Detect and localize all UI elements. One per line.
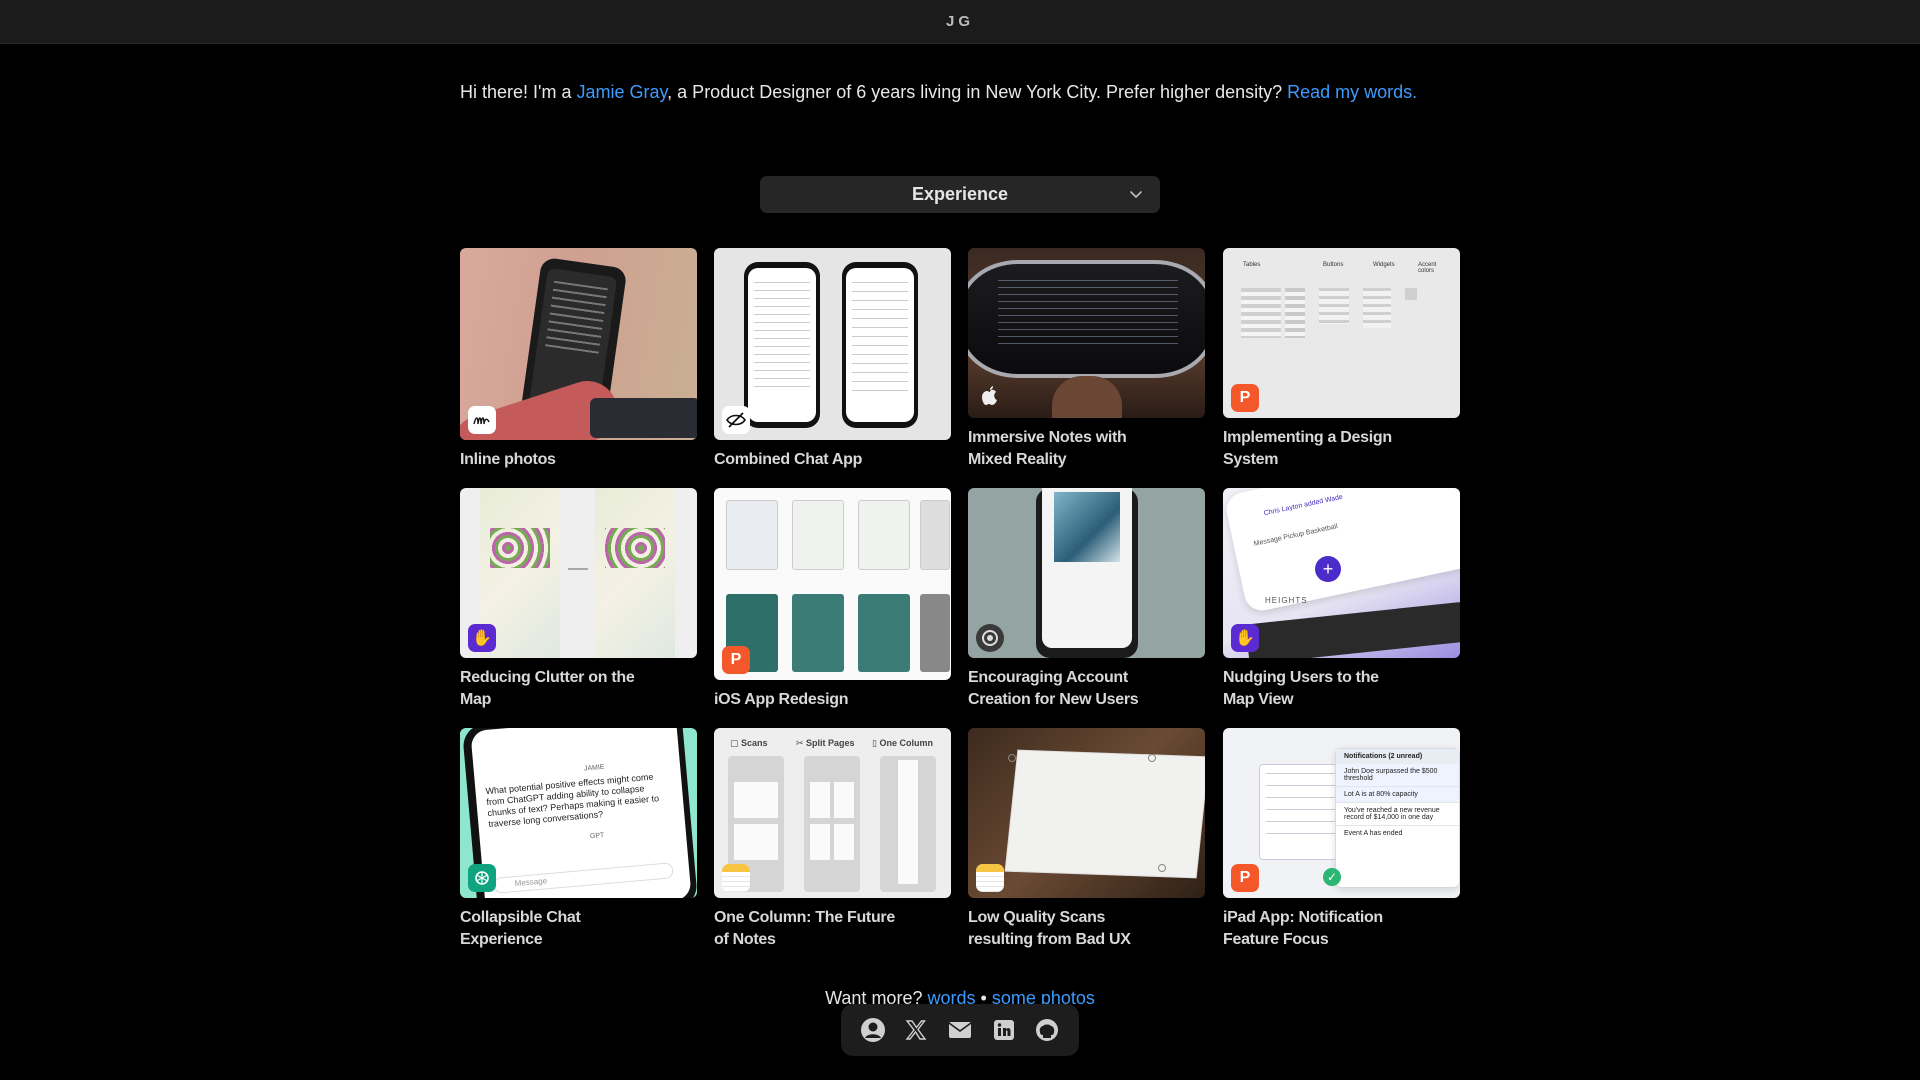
notes-app-icon xyxy=(976,864,1004,892)
intro-paragraph: Hi there! I'm a Jamie Gray, a Product De… xyxy=(460,76,1420,109)
camera-app-icon xyxy=(976,624,1004,652)
project-title: One Column: The Future of Notes xyxy=(714,909,895,948)
mail-icon[interactable] xyxy=(946,1016,974,1044)
project-card-nudging-users[interactable]: + Chris Layton added Wade Message Pickup… xyxy=(1223,488,1460,708)
project-title: Reducing Clutter on the Map xyxy=(460,669,635,708)
thumbnail xyxy=(968,488,1205,658)
github-icon[interactable] xyxy=(1033,1016,1061,1044)
project-card-inline-photos[interactable]: Inline photos xyxy=(460,248,697,468)
x-icon[interactable] xyxy=(902,1016,930,1044)
avatar-icon[interactable] xyxy=(859,1016,887,1044)
chevron-down-icon xyxy=(1130,191,1142,198)
thumbnail xyxy=(714,248,951,440)
thumbnail: P xyxy=(714,488,951,680)
hidden-eye-app-icon xyxy=(722,406,750,434)
name-link[interactable]: Jamie Gray xyxy=(576,82,667,102)
thumbnail: JAMIE What potential positive effects mi… xyxy=(460,728,697,898)
project-title: iOS App Redesign xyxy=(714,691,849,708)
p-app-icon: P xyxy=(1231,384,1259,412)
project-card-design-system[interactable]: Tables Buttons Widgets Accent colors P I… xyxy=(1223,248,1460,468)
thumbnail xyxy=(460,248,697,440)
wave-hand-app-icon: ✋ xyxy=(468,624,496,652)
dropdown-selected-value: Experience xyxy=(911,184,1009,204)
section-dropdown[interactable]: Experience xyxy=(760,176,1160,213)
project-title: Encouraging Account Creation for New User… xyxy=(968,669,1139,708)
intro-text-2: , a Product Designer of 6 years living i… xyxy=(667,82,1288,102)
project-card-ipad-notification[interactable]: Notifications (2 unread) John Doe surpas… xyxy=(1223,728,1460,948)
project-title: Implementing a Design System xyxy=(1223,429,1392,468)
project-title: Nudging Users to the Map View xyxy=(1223,669,1379,708)
project-card-low-quality-scans[interactable]: Low Quality Scans resulting from Bad UX xyxy=(968,728,1205,948)
thumbnail: + Chris Layton added Wade Message Pickup… xyxy=(1223,488,1460,658)
top-bar: JG xyxy=(0,0,1920,44)
thumbnail: Tables Buttons Widgets Accent colors P xyxy=(1223,248,1460,418)
thumbnail xyxy=(968,248,1205,418)
project-title: Inline photos xyxy=(460,451,556,468)
p-app-icon: P xyxy=(722,646,750,674)
project-title: iPad App: Notification Feature Focus xyxy=(1223,909,1383,948)
project-title: Combined Chat App xyxy=(714,451,863,468)
project-card-combined-chat-app[interactable]: Combined Chat App xyxy=(714,248,951,468)
thumbnail: Notifications (2 unread) John Doe surpas… xyxy=(1223,728,1460,898)
read-my-words-link[interactable]: Read my words. xyxy=(1287,82,1417,102)
project-card-reducing-clutter[interactable]: ✋ Reducing Clutter on the Map xyxy=(460,488,697,708)
chatgpt-app-icon xyxy=(468,864,496,892)
linkedin-icon[interactable] xyxy=(990,1016,1018,1044)
project-card-immersive-notes[interactable]: Immersive Notes with Mixed Reality xyxy=(968,248,1205,468)
thumbnail: ✋ xyxy=(460,488,697,658)
thumbnail: ▢ Scans ✂ Split Pages ▯ One Column xyxy=(714,728,951,898)
project-card-collapsible-chat[interactable]: JAMIE What potential positive effects mi… xyxy=(460,728,697,948)
intro-text-1: Hi there! I'm a xyxy=(460,82,577,102)
p-app-icon: P xyxy=(1231,864,1259,892)
handwriting-app-icon xyxy=(468,406,496,434)
social-links-bar xyxy=(841,1004,1079,1056)
project-card-encouraging-account-creation[interactable]: Encouraging Account Creation for New User… xyxy=(968,488,1205,708)
project-title: Low Quality Scans resulting from Bad UX xyxy=(968,909,1131,948)
project-title: Immersive Notes with Mixed Reality xyxy=(968,429,1127,468)
project-title: Collapsible Chat Experience xyxy=(460,909,581,948)
site-logo[interactable]: JG xyxy=(946,13,974,30)
project-card-ios-app-redesign[interactable]: P iOS App Redesign xyxy=(714,488,951,708)
notes-app-icon xyxy=(722,864,750,892)
thumbnail xyxy=(968,728,1205,898)
project-card-one-column[interactable]: ▢ Scans ✂ Split Pages ▯ One Column One C… xyxy=(714,728,951,948)
apple-logo-icon xyxy=(976,382,1004,410)
wave-hand-app-icon: ✋ xyxy=(1231,624,1259,652)
